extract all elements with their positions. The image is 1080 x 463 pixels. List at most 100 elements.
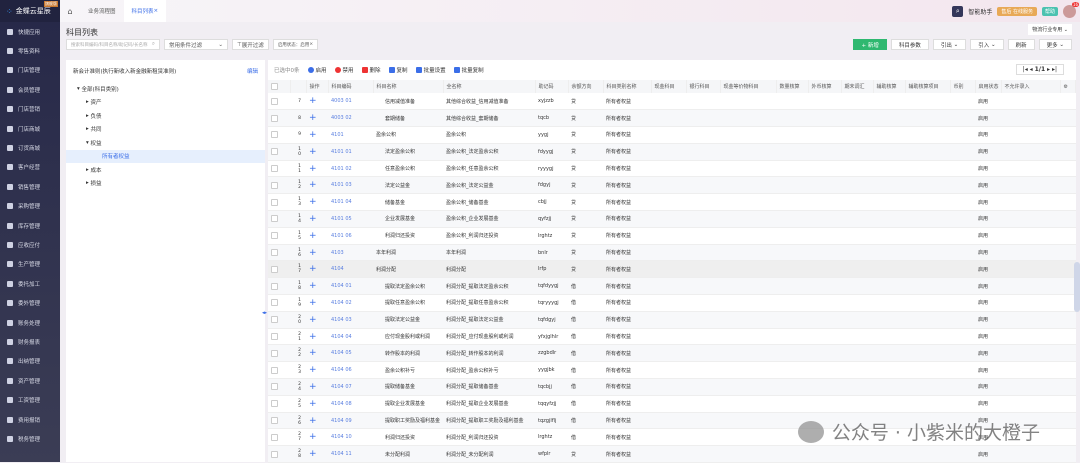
add-icon[interactable]: + xyxy=(309,399,317,409)
table-row[interactable]: 25 + 4104 08 提取企业发展基金 利润分配_提取企业发展基金 tqqy… xyxy=(268,395,1076,413)
row-checkbox[interactable] xyxy=(271,450,278,458)
add-icon[interactable]: + xyxy=(309,298,317,308)
scrollbar[interactable] xyxy=(1074,262,1080,312)
sidebar-item[interactable]: 委托加工 xyxy=(0,274,60,293)
status-filter-tag[interactable]: 启用状态：启用 × xyxy=(272,39,319,50)
tree-node-common[interactable]: ▸ 共同 xyxy=(66,123,265,137)
table-row[interactable]: 10 + 4101 01 法定盈余公积 盈余公积_法定盈余公积 fdyygj 贷… xyxy=(268,143,1076,161)
account-code[interactable]: 4104 01 xyxy=(328,277,373,296)
more-button[interactable]: 更多 ⌄ xyxy=(1038,39,1072,50)
account-code[interactable]: 4104 xyxy=(328,260,373,279)
sidebar-item[interactable]: 会员管理 xyxy=(0,80,60,99)
table-row[interactable]: 21 + 4104 04 应付现金股利或利润 利润分配_应付现金股利或利润 yf… xyxy=(268,328,1076,346)
sidebar-item[interactable]: 税务管理 xyxy=(0,429,60,448)
row-checkbox[interactable] xyxy=(271,299,278,307)
row-checkbox[interactable] xyxy=(271,181,278,189)
row-checkbox[interactable] xyxy=(271,433,278,441)
table-row[interactable]: 9 + 4101 盈余公积 盈余公积 yygj 贷 所有者权益 启用 xyxy=(268,126,1076,144)
sidebar-item[interactable]: 资产管理 xyxy=(0,371,60,390)
account-code[interactable]: 4003 01 xyxy=(328,93,373,111)
column-header[interactable] xyxy=(290,80,307,93)
table-row[interactable]: 7 + 4003 01 信用减值准备 其他综合收益_信用减值准备 xyjzzb … xyxy=(268,93,1076,111)
table-row[interactable]: 28 + 4104 11 未分配利润 利润分配_未分配利润 wfplr 贷 所有… xyxy=(268,445,1076,463)
add-icon[interactable]: + xyxy=(309,147,317,157)
add-icon[interactable]: + xyxy=(309,231,317,241)
avatar[interactable]: 16 xyxy=(1063,2,1079,18)
tree-node-liabilities[interactable]: ▸ 负债 xyxy=(66,109,265,123)
sidebar-item[interactable]: 快捷应用 xyxy=(0,22,60,41)
sidebar-item[interactable]: 门店营销 xyxy=(0,100,60,119)
industry-select[interactable]: 物流行业专用 ⌄ xyxy=(1028,24,1072,35)
sidebar-item[interactable]: 门店商城 xyxy=(0,119,60,138)
table-row[interactable]: 8 + 4003 02 套期储备 其他综合收益_套期储备 tqcb 贷 所有者权… xyxy=(268,109,1076,128)
account-code[interactable]: 4104 06 xyxy=(328,361,373,380)
column-header[interactable]: 辅助核算项目 xyxy=(905,80,951,93)
add-icon[interactable]: + xyxy=(309,365,317,375)
sidebar-item[interactable]: 生产管理 xyxy=(0,255,60,274)
tree-node-root[interactable]: ▾ 全部(科目类别) xyxy=(66,82,265,96)
add-icon[interactable]: + xyxy=(309,130,317,140)
row-checkbox[interactable] xyxy=(271,97,278,105)
table-row[interactable]: 14 + 4101 05 企业发展基金 盈余公积_企业发展基金 qyfzjj 贷… xyxy=(268,210,1076,228)
table-row[interactable]: 11 + 4101 02 任意盈余公积 盈余公积_任意盈余公积 ryyygj 贷… xyxy=(268,160,1076,178)
row-checkbox[interactable] xyxy=(271,165,278,173)
add-button[interactable]: + 新增 xyxy=(853,39,887,50)
add-icon[interactable]: + xyxy=(309,449,317,459)
add-icon[interactable]: + xyxy=(309,214,317,224)
column-header[interactable]: 余额方向 xyxy=(568,80,604,93)
table-row[interactable]: 15 + 4101 06 利润归还投资 盈余公积_利润归还投资 lrghtz 贷… xyxy=(268,227,1076,245)
column-header[interactable]: 数量核算 xyxy=(776,80,809,93)
search-input[interactable]: 搜索科目编码/科目名称/助记码/长名称 ⌕ xyxy=(66,39,160,50)
account-code[interactable]: 4104 04 xyxy=(328,328,373,346)
row-checkbox[interactable] xyxy=(271,249,278,257)
select-all-checkbox[interactable] xyxy=(271,83,278,90)
add-icon[interactable]: + xyxy=(309,264,317,274)
account-code[interactable]: 4104 11 xyxy=(328,445,373,463)
sidebar-item[interactable]: 工资管理 xyxy=(0,390,60,409)
column-header[interactable]: 外币核算 xyxy=(808,80,842,93)
sidebar-item[interactable]: 订货商城 xyxy=(0,138,60,157)
account-code[interactable]: 4104 10 xyxy=(328,428,373,447)
row-checkbox[interactable] xyxy=(271,383,278,391)
pager[interactable]: |◂ ◂ 1/1 ▸ ▸| xyxy=(1015,64,1064,75)
expand-filter-button[interactable]: ⊤ 展开过滤 xyxy=(232,39,269,50)
account-code[interactable]: 4104 03 xyxy=(328,311,373,329)
enable-button[interactable]: 启用 xyxy=(307,66,327,74)
column-header[interactable]: 助记码 xyxy=(535,80,569,93)
add-icon[interactable]: + xyxy=(309,113,317,123)
table-row[interactable]: 12 + 4101 03 法定公益金 盈余公积_法定公益金 fdgyj 贷 所有… xyxy=(268,176,1076,195)
params-button[interactable]: 科目参数 xyxy=(890,39,929,50)
home-tab[interactable]: ⌂ xyxy=(60,0,80,22)
account-code[interactable]: 4103 xyxy=(328,244,373,262)
sidebar-item[interactable]: 销售管理 xyxy=(0,177,60,196)
batch-copy-button[interactable]: 批量复制 xyxy=(453,66,484,74)
sidebar-item[interactable]: 委外管理 xyxy=(0,293,60,312)
row-checkbox[interactable] xyxy=(271,131,278,139)
export-button[interactable]: 引出 ⌄ xyxy=(932,39,967,50)
disable-button[interactable]: 禁用 xyxy=(334,66,354,74)
column-header[interactable] xyxy=(268,80,291,93)
refresh-button[interactable]: 刷新 xyxy=(1007,39,1035,50)
sidebar-item[interactable]: 账务处理 xyxy=(0,313,60,332)
logo[interactable]: ⁘ 金蝶云星辰 旗舰版 xyxy=(0,0,60,22)
search-icon[interactable]: ⌕ xyxy=(952,6,964,17)
sidebar-item[interactable]: 应收应付 xyxy=(0,235,60,254)
sidebar-item[interactable]: 零售资料 xyxy=(0,41,60,60)
account-code[interactable]: 4101 xyxy=(328,126,373,144)
delete-button[interactable]: 删除 xyxy=(361,66,381,74)
row-checkbox[interactable] xyxy=(271,114,278,122)
column-header[interactable]: 现金科目 xyxy=(651,80,687,93)
column-header[interactable]: 期末调汇 xyxy=(841,80,874,93)
table-row[interactable]: 24 + 4104 07 提取储备基金 利润分配_提取储备基金 tqcbjj 借… xyxy=(268,378,1076,396)
account-code[interactable]: 4101 01 xyxy=(328,143,373,161)
sidebar-item[interactable]: 门店管理 xyxy=(0,61,60,80)
row-checkbox[interactable] xyxy=(271,316,278,324)
row-checkbox[interactable] xyxy=(271,265,278,273)
sidebar-item[interactable]: 采购管理 xyxy=(0,197,60,216)
row-checkbox[interactable] xyxy=(271,349,278,357)
column-header[interactable]: 现金等价物科目 xyxy=(720,80,777,93)
account-code[interactable]: 4104 09 xyxy=(328,412,373,430)
sidebar-item[interactable]: 出纳管理 xyxy=(0,352,60,371)
tree-node-cost[interactable]: ▸ 成本 xyxy=(66,163,265,177)
row-checkbox[interactable] xyxy=(271,232,278,240)
